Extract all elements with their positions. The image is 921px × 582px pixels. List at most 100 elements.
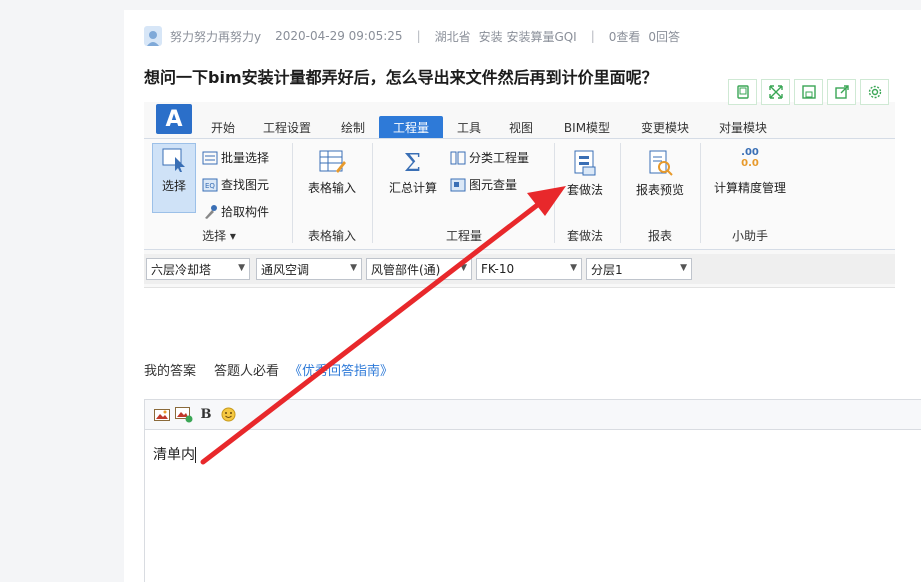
- filter-bar: 六层冷却塔 ▼ 通风空调 ▼ 风管部件(通) ▼ FK-10 ▼ 分层1 ▼: [144, 254, 895, 284]
- precision-icon-top: .00: [741, 147, 759, 158]
- group-divider: [620, 143, 621, 243]
- save-icon[interactable]: [794, 79, 823, 105]
- helper-group-label: 小助手: [731, 229, 768, 243]
- app-logo: A: [156, 104, 192, 134]
- svg-text:EQ: EQ: [205, 182, 215, 190]
- view-count: 0查看: [608, 29, 641, 44]
- classify-icon: [450, 150, 466, 166]
- group-divider: [554, 143, 555, 243]
- component-type-dropdown: 风管部件(通) ▼: [366, 258, 472, 280]
- eyedropper-icon: [202, 204, 218, 220]
- document-list-icon: [574, 150, 596, 176]
- chevron-down-icon: ▼: [350, 263, 357, 273]
- floor-value: 六层冷却塔: [151, 262, 212, 277]
- editor-text: 清单内: [153, 447, 195, 463]
- apply-method-tool: 套做法: [562, 149, 608, 198]
- select-label: 选择: [161, 179, 186, 193]
- precision-icon: .00 0.0: [741, 147, 759, 169]
- answer-guide-link[interactable]: 《优秀回答指南》: [289, 360, 393, 379]
- chevron-down-icon: ▼: [680, 263, 687, 273]
- answer-tabs: 我的答案 答题人必看 《优秀回答指南》: [144, 360, 393, 379]
- mobile-icon[interactable]: [728, 79, 757, 105]
- find-icon: EQ: [202, 177, 218, 193]
- group-divider: [372, 143, 373, 243]
- ribbon-tab: 开始: [210, 120, 235, 135]
- gallery-icon[interactable]: [175, 406, 193, 424]
- report-group-label: 报表: [647, 229, 672, 243]
- layer-value: 分层1: [591, 262, 623, 277]
- editor-toolbar: B: [145, 400, 921, 430]
- avatar[interactable]: [144, 26, 162, 46]
- location: 湖北省: [434, 29, 471, 44]
- select-group-label: 选择 ▾: [202, 229, 236, 243]
- select-icon: [162, 148, 185, 172]
- must-read-tab[interactable]: 答题人必看: [214, 360, 279, 379]
- pick-component-label: 拾取构件: [221, 205, 270, 219]
- component-value: FK-10: [481, 262, 515, 276]
- svg-text:Σ: Σ: [404, 149, 421, 175]
- component-type-value: 风管部件(通): [371, 262, 441, 277]
- editor-input[interactable]: 清单内: [145, 430, 921, 478]
- table-input-label: 表格输入: [307, 181, 356, 195]
- discipline-value: 通风空调: [261, 262, 310, 277]
- sigma-icon: Σ: [404, 149, 421, 175]
- pick-component: 拾取构件: [202, 203, 269, 220]
- ribbon-tabs: 开始 工程设置 绘制 工程量 工具 视图 BIM模型 变更模块 对量模块: [144, 116, 895, 138]
- answer-editor: B 清单内: [144, 399, 921, 582]
- precision-icon-bottom: 0.0: [741, 158, 759, 169]
- precision-manage-tool: .00 0.0 计算精度管理: [708, 147, 792, 196]
- meta-separator: |: [590, 29, 595, 43]
- ribbon-tab: 工程设置: [262, 120, 311, 135]
- batch-select-icon: [202, 150, 218, 166]
- question-tags[interactable]: 安装 安装算量GQI: [479, 28, 577, 45]
- report-preview-label: 报表预览: [635, 183, 684, 197]
- share-icon[interactable]: [827, 79, 856, 105]
- my-answer-tab[interactable]: 我的答案: [144, 360, 196, 379]
- batch-select: 批量选择: [202, 149, 269, 166]
- chevron-down-icon: ▼: [238, 263, 245, 273]
- attached-screenshot[interactable]: 开始 工程设置 绘制 工程量 工具 视图 BIM模型 变更模块 对量模块 A 选…: [144, 102, 895, 288]
- ribbon-tab: 工具: [456, 120, 481, 135]
- component-dropdown: FK-10 ▼: [476, 258, 582, 280]
- image-icon[interactable]: [153, 406, 171, 424]
- ribbon-panel: 选择 批量选择 EQ 查找图元 拾取构件 选择 ▾ 表格输入 表格输入 Σ 汇总计…: [144, 138, 895, 250]
- author-name[interactable]: 努力努力再努力y: [170, 28, 261, 45]
- expand-icon[interactable]: [761, 79, 790, 105]
- ribbon-tab: 绘制: [340, 120, 365, 135]
- element-quantity: 图元查量: [450, 176, 517, 193]
- discipline-dropdown: 通风空调 ▼: [256, 258, 362, 280]
- classified-quantity-label: 分类工程量: [469, 151, 530, 165]
- text-cursor: [195, 447, 196, 463]
- ribbon-tab: 变更模块: [640, 120, 689, 135]
- table-group-label: 表格输入: [307, 229, 356, 243]
- classified-quantity: 分类工程量: [450, 149, 529, 166]
- group-divider: [700, 143, 701, 243]
- apply-method-label: 套做法: [566, 183, 603, 197]
- bold-button[interactable]: B: [197, 406, 215, 424]
- image-viewer-toolbar: [728, 79, 889, 105]
- select-tool: 选择: [154, 147, 194, 194]
- report-search-icon: [649, 150, 673, 176]
- element-quantity-icon: [450, 177, 466, 193]
- layer-dropdown: 分层1 ▼: [586, 258, 692, 280]
- batch-select-label: 批量选择: [221, 151, 270, 165]
- element-quantity-label: 图元查量: [469, 178, 518, 192]
- find-element-label: 查找图元: [221, 178, 270, 192]
- quantity-group-label: 工程量: [445, 229, 482, 243]
- settings-icon[interactable]: [860, 79, 889, 105]
- emoji-icon[interactable]: [219, 406, 237, 424]
- precision-manage-label: 计算精度管理: [713, 181, 786, 195]
- question-title: 想问一下bim安装计量都弄好后，怎么导出来文件然后再到计价里面呢？: [144, 68, 658, 87]
- chevron-down-icon: ▼: [460, 263, 467, 273]
- summary-calc-tool: Σ 汇总计算: [384, 149, 442, 196]
- post-timestamp: 2020-04-29 09:05:25: [275, 29, 403, 43]
- floor-dropdown: 六层冷却塔 ▼: [146, 258, 250, 280]
- group-divider: [292, 143, 293, 243]
- report-preview-tool: 报表预览: [630, 149, 690, 198]
- method-group-label: 套做法: [566, 229, 603, 243]
- chevron-down-icon: ▼: [570, 263, 577, 273]
- table-icon: [319, 150, 346, 173]
- answer-count: 0回答: [648, 29, 681, 44]
- ribbon-tab: BIM模型: [563, 120, 611, 135]
- ribbon-tab-active: 工程量: [379, 116, 443, 138]
